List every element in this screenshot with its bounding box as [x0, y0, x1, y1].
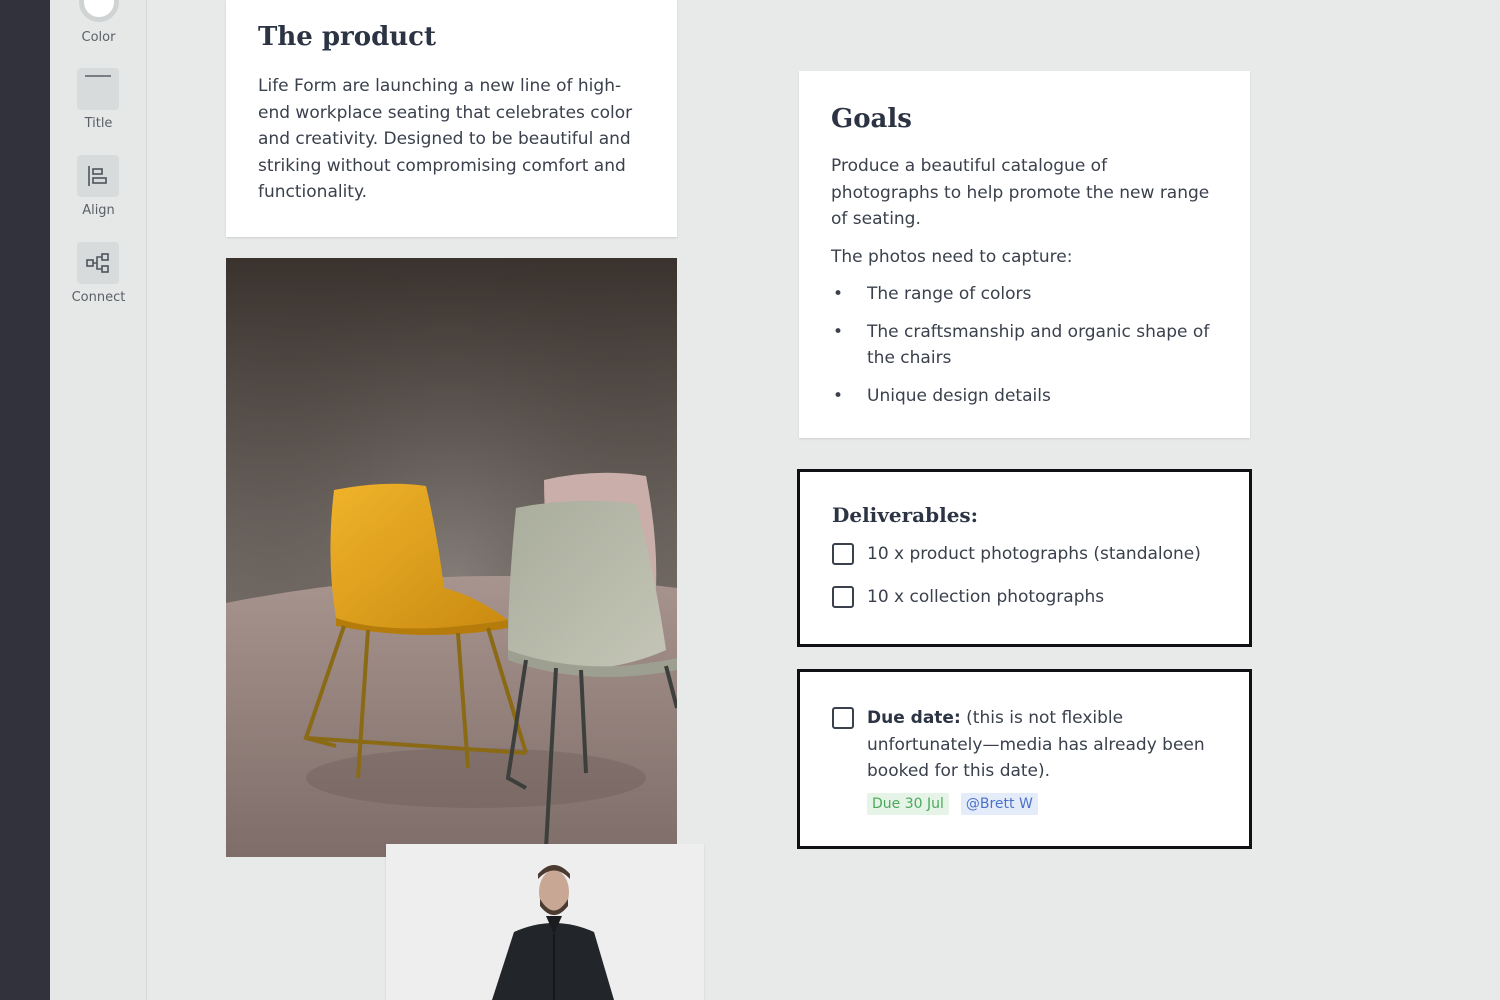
- tool-align-label: Align: [82, 203, 115, 218]
- due-date-label: Due date:: [867, 708, 961, 728]
- product-title: The product: [258, 22, 436, 52]
- product-description: Life Form are launching a new line of hi…: [258, 76, 633, 202]
- due-date-text: Due date: (this is not flexible unfortun…: [867, 705, 1217, 785]
- goals-intro: Produce a beautiful catalogue of photogr…: [831, 156, 1210, 229]
- tool-color-label: Color: [81, 30, 116, 45]
- tool-title-label: Title: [84, 116, 113, 131]
- tool-panel: Color Title Align Connect: [50, 0, 147, 1000]
- deliverables-title: Deliverables:: [832, 503, 979, 527]
- deliverable-checkbox[interactable]: [832, 585, 854, 608]
- goals-capture-label: The photos need to capture:: [831, 246, 1073, 267]
- list-item: The craftsmanship and organic shape of t…: [831, 319, 1218, 372]
- align-left-icon: [77, 155, 119, 197]
- app-side-rail: [0, 0, 50, 1000]
- due-date-item: Due date: (this is not flexible unfortun…: [832, 705, 1217, 785]
- deliverable-checkbox[interactable]: [832, 543, 854, 565]
- goals-title: Goals: [831, 104, 912, 134]
- deliverable-label: 10 x collection photographs: [867, 586, 1105, 607]
- chairs-photo[interactable]: [226, 258, 677, 857]
- task-tags: Due 30 Jul @Brett W: [867, 792, 1217, 815]
- due-date-checkbox[interactable]: [832, 707, 854, 729]
- deliverable-item: 10 x collection photographs: [832, 584, 1217, 611]
- product-card[interactable]: The product Life Form are launching a ne…: [226, 0, 677, 237]
- tool-connect-label: Connect: [71, 290, 126, 305]
- deliverables-card[interactable]: Deliverables: 10 x product photographs (…: [797, 469, 1252, 647]
- deliverable-item: 10 x product photographs (standalone): [832, 541, 1217, 568]
- title-icon: [77, 68, 119, 110]
- list-item: Unique design details: [831, 383, 1218, 410]
- color-circle-icon[interactable]: [79, 0, 119, 22]
- connect-icon: [77, 242, 119, 284]
- due-date-tag[interactable]: Due 30 Jul: [867, 792, 949, 815]
- goals-bullet-list: The range of colors The craftsmanship an…: [831, 281, 1218, 409]
- person-photo[interactable]: [386, 844, 704, 1000]
- list-item: The range of colors: [831, 281, 1218, 308]
- goals-card[interactable]: Goals Produce a beautiful catalogue of p…: [799, 71, 1250, 438]
- deliverable-label: 10 x product photographs (standalone): [867, 544, 1201, 564]
- due-date-card[interactable]: Due date: (this is not flexible unfortun…: [797, 669, 1252, 849]
- assignee-mention-tag[interactable]: @Brett W: [960, 792, 1038, 815]
